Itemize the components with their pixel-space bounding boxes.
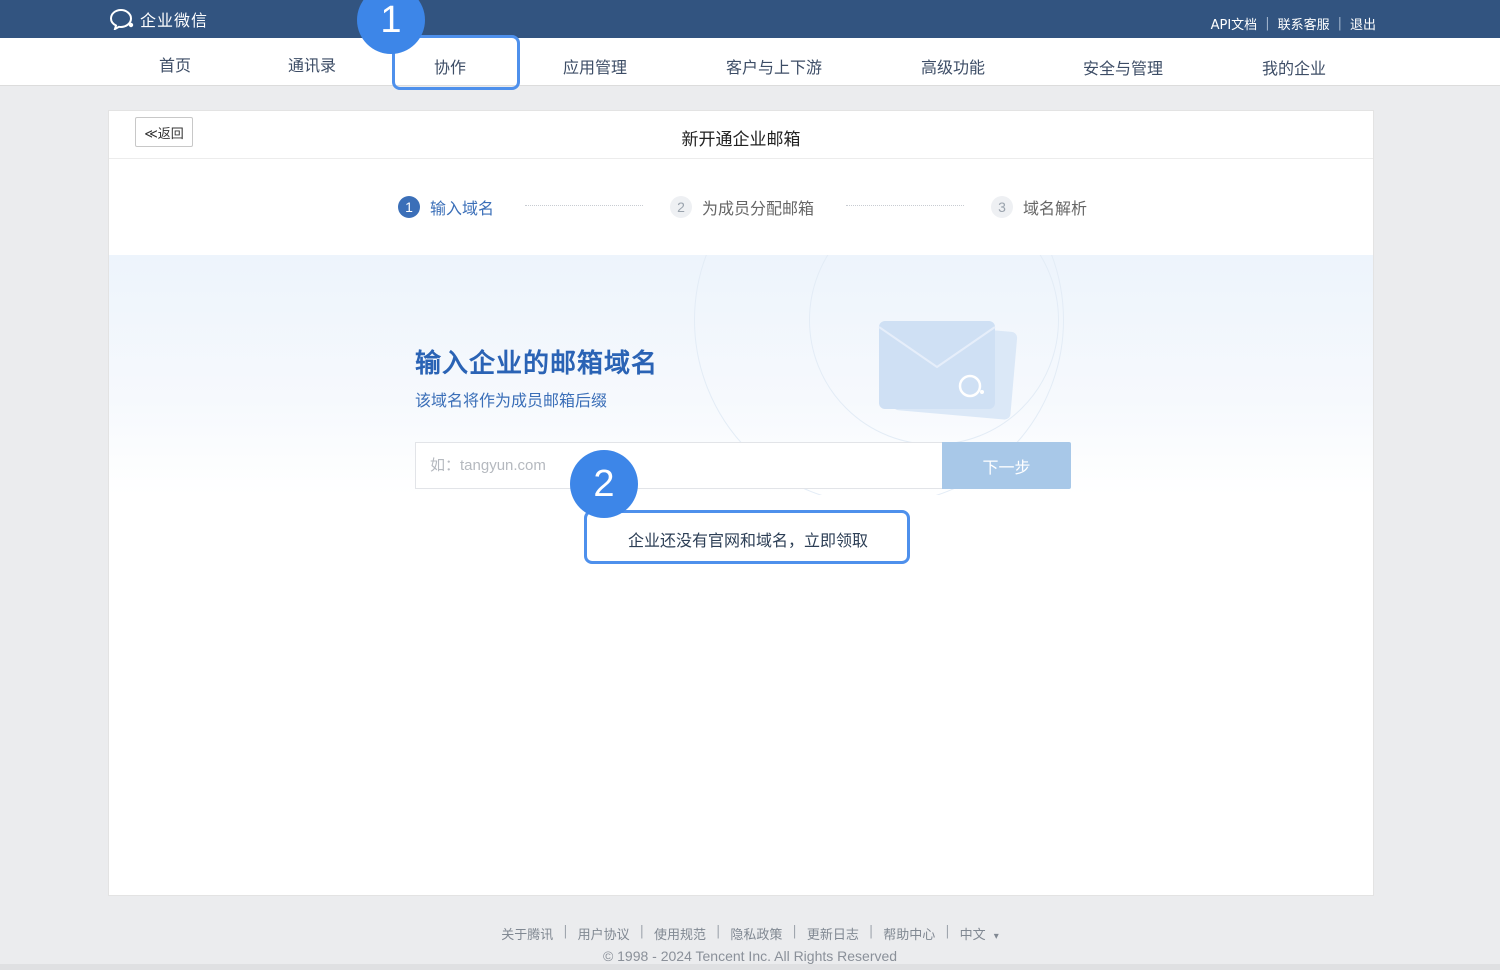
logo-text: 企业微信 [140,11,209,30]
separator: | [563,924,568,939]
api-docs-link[interactable]: API文档 [1211,14,1258,33]
nav-item-home[interactable]: 首页 [159,52,191,76]
top-bar: 企业微信 API文档 | 联系客服 | 退出 [0,0,1500,42]
language-selector[interactable]: 中文 ▾ [960,924,999,943]
language-label: 中文 [959,928,986,943]
step-3: 3 域名解析 [991,195,1087,219]
step-1-label: 输入域名 [430,199,495,218]
copyright: © 1998 - 2024 Tencent Inc. All Rights Re… [602,948,898,964]
logo[interactable]: 企业微信 [110,6,208,32]
footer-link-help[interactable]: 帮助中心 [883,924,935,943]
mail-setup-card: ≪返回 新开通企业邮箱 1 输入域名 2 为成员分配邮箱 3 域名解析 输入企业… [108,110,1374,896]
footer-link-privacy[interactable]: 隐私政策 [730,924,782,943]
section-subheading: 该域名将作为成员邮箱后缀 [415,391,608,410]
footer-link-usage-rules[interactable]: 使用规范 [654,924,706,943]
top-links: API文档 | 联系客服 | 退出 [1211,14,1376,33]
nav-item-app-management[interactable]: 应用管理 [563,54,627,78]
highlight-box-get-domain [584,510,910,564]
main-nav: 首页 通讯录 协作 应用管理 客户与上下游 高级功能 安全与管理 我的企业 [0,38,1500,86]
separator: | [868,924,874,939]
card-header: ≪返回 新开通企业邮箱 [109,111,1373,159]
footer-link-about[interactable]: 关于腾讯 [501,924,553,943]
step-connector [846,205,964,206]
step-3-label: 域名解析 [1023,199,1088,218]
separator: | [1337,16,1342,31]
step-3-number: 3 [991,196,1013,218]
envelope-icon [878,321,1018,420]
nav-item-security[interactable]: 安全与管理 [1083,55,1163,79]
step-1: 1 输入域名 [398,195,494,219]
next-step-button[interactable]: 下一步 [942,442,1071,489]
separator: | [945,924,950,939]
step-2-number: 2 [670,196,692,218]
domain-input[interactable] [415,442,943,489]
step-indicator: 1 输入域名 2 为成员分配邮箱 3 域名解析 [109,159,1373,255]
bottom-strip [0,964,1500,970]
logout-link[interactable]: 退出 [1350,14,1376,33]
step-connector [525,205,643,206]
wecom-logo-icon [110,8,134,30]
step-2-label: 为成员分配邮箱 [702,199,815,218]
separator: | [792,924,797,939]
caret-down-icon: ▾ [993,931,999,942]
nav-item-customers[interactable]: 客户与上下游 [726,54,822,78]
step-2: 2 为成员分配邮箱 [670,195,814,219]
contact-support-link[interactable]: 联系客服 [1278,14,1330,33]
footer-link-agreement[interactable]: 用户协议 [578,924,630,943]
section-heading: 输入企业的邮箱域名 [415,349,659,379]
step-1-number: 1 [398,196,420,218]
nav-item-contacts[interactable]: 通讯录 [288,52,336,76]
footer-links: 关于腾讯 | 用户协议 | 使用规范 | 隐私政策 | 更新日志 | 帮助中心 … [0,924,1500,943]
separator: | [716,924,721,939]
nav-item-my-enterprise[interactable]: 我的企业 [1262,55,1326,79]
separator: | [1265,16,1270,31]
nav-item-advanced[interactable]: 高级功能 [921,54,985,78]
separator: | [639,924,644,939]
page-title: 新开通企业邮箱 [681,130,801,150]
annotation-badge-2: 2 [570,450,638,518]
footer-link-changelog[interactable]: 更新日志 [807,924,859,943]
